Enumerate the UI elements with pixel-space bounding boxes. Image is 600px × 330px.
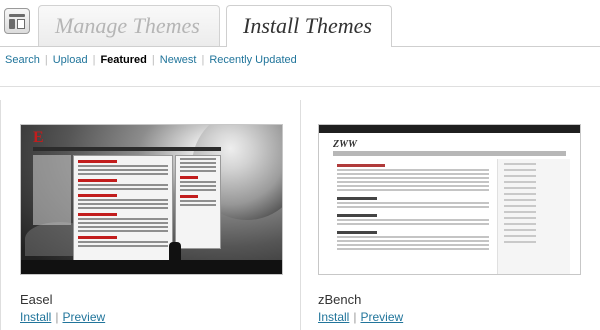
preview-link[interactable]: Preview bbox=[62, 310, 105, 324]
subnav-separator: | bbox=[44, 54, 48, 66]
subnav-separator: | bbox=[201, 54, 205, 66]
zbench-header: ZWW bbox=[333, 139, 357, 150]
theme-actions: Install | Preview bbox=[318, 310, 403, 324]
theme-name: Easel bbox=[20, 292, 53, 307]
subnav-separator: | bbox=[151, 54, 155, 66]
filter-search-link[interactable]: Search bbox=[5, 54, 40, 66]
theme-filter-nav: Search | Upload | Featured | Newest | Recently U… bbox=[5, 54, 297, 66]
header: Manage Themes Install Themes bbox=[0, 0, 600, 47]
tab-install-themes[interactable]: Install Themes bbox=[226, 5, 392, 47]
install-link[interactable]: Install bbox=[20, 310, 51, 324]
theme-actions: Install | Preview bbox=[20, 310, 105, 324]
preview-link[interactable]: Preview bbox=[360, 310, 403, 324]
tab-manage-themes[interactable]: Manage Themes bbox=[38, 5, 220, 46]
link-separator: | bbox=[55, 310, 59, 324]
divider bbox=[0, 86, 600, 87]
column-divider bbox=[0, 100, 1, 330]
theme-name: zBench bbox=[318, 292, 362, 307]
theme-screenshot-zbench[interactable]: ZWW bbox=[318, 124, 581, 275]
column-divider bbox=[300, 100, 301, 330]
filter-featured-current: Featured bbox=[100, 54, 147, 66]
filter-upload-link[interactable]: Upload bbox=[53, 54, 88, 66]
install-link[interactable]: Install bbox=[318, 310, 349, 324]
filter-recently-updated-link[interactable]: Recently Updated bbox=[209, 54, 296, 66]
appearance-icon bbox=[4, 8, 30, 34]
subnav-separator: | bbox=[92, 54, 96, 66]
theme-screenshot-easel[interactable]: E bbox=[20, 124, 283, 275]
easel-logo: E bbox=[33, 129, 44, 146]
link-separator: | bbox=[353, 310, 357, 324]
filter-newest-link[interactable]: Newest bbox=[160, 54, 197, 66]
